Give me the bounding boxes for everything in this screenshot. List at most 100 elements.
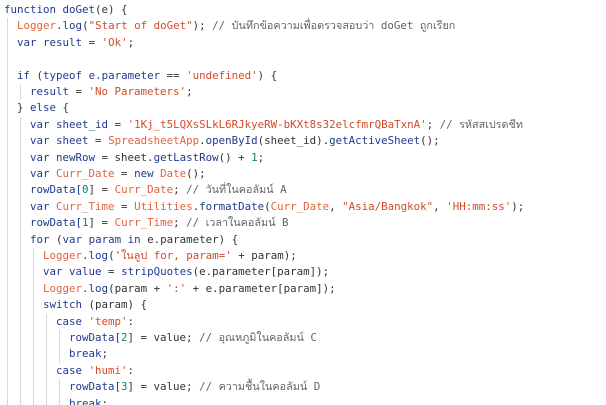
code-line[interactable]: var Curr_Time = Utilities.formatDate(Cur… (4, 199, 524, 215)
code-token: Utilities (134, 199, 193, 213)
code-token: result (43, 35, 83, 49)
code-token: + param); (231, 249, 297, 262)
code-token: Curr_Date (114, 183, 174, 197)
code-token: log (88, 281, 109, 295)
code-line[interactable]: case 'humi': (4, 363, 134, 379)
code-token: function (4, 3, 63, 16)
indent-guide (20, 116, 21, 405)
code-token: var (30, 134, 57, 148)
code-line[interactable]: rowData[1] = Curr_Time; // เวลาในคอลัมน์… (4, 215, 289, 231)
code-token: log (88, 249, 109, 262)
code-token: rowData[ (30, 216, 83, 230)
code-token: getActiveSheet (329, 134, 421, 148)
code-token: result (30, 85, 70, 98)
code-line[interactable]: var sheet = SpreadsheetApp.openById(shee… (4, 133, 440, 149)
code-token: ); (511, 199, 525, 213)
code-token: ; (186, 85, 193, 98)
code-token: "Start of doGet" (88, 19, 193, 33)
code-line[interactable]: var newRow = sheet.getLastRow() + 1; (4, 150, 264, 166)
code-token: (param) { (88, 298, 148, 312)
code-line[interactable]: rowData[3] = value; // ความชื้นในคอลัมน์… (4, 379, 320, 395)
code-token: (e.parameter[param]); (192, 265, 330, 279)
code-token: ; (173, 183, 187, 197)
code-token: ) { (257, 68, 278, 82)
code-token: 'undefined' (186, 68, 258, 82)
code-line[interactable]: } else { (4, 100, 69, 116)
code-token: log (62, 19, 83, 33)
code-token: ] = (88, 183, 115, 197)
code-token: case (56, 363, 89, 377)
code-token: (sheet_id). (257, 134, 330, 148)
code-token: break (69, 396, 102, 405)
code-token: 'HH:mm:ss' (446, 199, 512, 213)
code-editor[interactable]: function doGet(e) { Logger.log("Start of… (0, 0, 606, 405)
code-line[interactable]: case 'temp': (4, 314, 134, 330)
code-token: var (17, 35, 44, 49)
code-token: openById (205, 134, 258, 148)
code-token: rowData[ (30, 183, 83, 197)
code-token: = (82, 35, 102, 49)
code-line[interactable]: function doGet(e) { (4, 2, 128, 18)
code-token: sheet (56, 134, 89, 148)
code-line[interactable]: for (var param in e.parameter) { (4, 232, 238, 248)
code-token: = (88, 134, 109, 148)
code-line[interactable]: Logger.log(param + ':' + e.parameter[par… (4, 281, 336, 297)
code-token: + e.parameter[param]); (186, 281, 336, 295)
code-token: '1Kj_t5LQXsSLkL6RJkyeRW-bKXt8s32elcfmrQB… (127, 117, 427, 131)
code-line[interactable]: Logger.log('ในลูป for, param=' + param); (4, 248, 297, 264)
code-line[interactable]: result = 'No Parameters'; (4, 84, 193, 100)
code-line[interactable]: rowData[2] = value; // อุณหภูมิในคอลัมน์… (4, 330, 317, 346)
code-token: (e) { (95, 3, 128, 16)
indent-guide (20, 84, 21, 101)
code-token: 'No Parameters' (88, 85, 187, 98)
code-token: == (160, 68, 187, 82)
code-token: var (43, 265, 70, 279)
code-token: formatDate (199, 199, 265, 213)
code-token: { (62, 101, 70, 115)
code-line[interactable]: switch (param) { (4, 297, 147, 313)
code-line[interactable]: var result = 'Ok'; (4, 35, 134, 51)
code-token: ; (173, 216, 187, 230)
code-token: getLastRow (153, 150, 219, 164)
code-token: = (108, 117, 128, 131)
code-token: SpreadsheetApp (108, 134, 200, 148)
code-token: ; (127, 35, 135, 49)
code-token: break (69, 347, 102, 361)
code-token: if (17, 68, 37, 82)
code-token: newRow (56, 150, 96, 164)
code-token: ] = value; (127, 331, 200, 344)
code-token: rowData[ (69, 331, 122, 344)
code-comment: // เวลาในคอลัมน์ B (186, 216, 289, 230)
code-token: Date (160, 167, 187, 180)
code-token: typeof (43, 68, 89, 82)
code-token: ; (101, 347, 109, 361)
code-line[interactable]: var value = stripQuotes(e.parameter[para… (4, 264, 329, 280)
code-token: 'humi' (88, 363, 128, 377)
code-token: in (127, 232, 148, 246)
code-token: ; (426, 117, 440, 131)
code-token: Curr_Date (270, 199, 330, 213)
code-token: e.parameter (88, 68, 161, 82)
code-line[interactable]: if (typeof e.parameter == 'undefined') { (4, 68, 277, 84)
code-line[interactable]: Logger.log("Start of doGet"); // บันทึกข… (4, 18, 455, 34)
code-token: value (69, 265, 102, 279)
code-line[interactable]: rowData[0] = Curr_Date; // วันที่ในคอลัม… (4, 182, 287, 198)
code-token: e.parameter) { (147, 232, 239, 246)
code-token: : (127, 363, 135, 377)
code-token: = (101, 265, 122, 279)
code-token: new (134, 167, 161, 180)
code-token: = (69, 85, 89, 98)
code-token: Curr_Time (56, 199, 115, 213)
code-token: ; (101, 396, 109, 405)
code-token: sheet_id (56, 117, 109, 131)
code-token: doGet (62, 3, 96, 16)
code-comment: // อุณหภูมิในคอลัมน์ C (199, 331, 317, 344)
code-line[interactable]: var sheet_id = '1Kj_t5LQXsSLkL6RJkyeRW-b… (4, 117, 523, 133)
code-line[interactable]: var Curr_Date = new Date(); (4, 166, 206, 182)
code-token: 'ในลูป for, param=' (114, 249, 232, 262)
code-token: param (88, 232, 128, 246)
